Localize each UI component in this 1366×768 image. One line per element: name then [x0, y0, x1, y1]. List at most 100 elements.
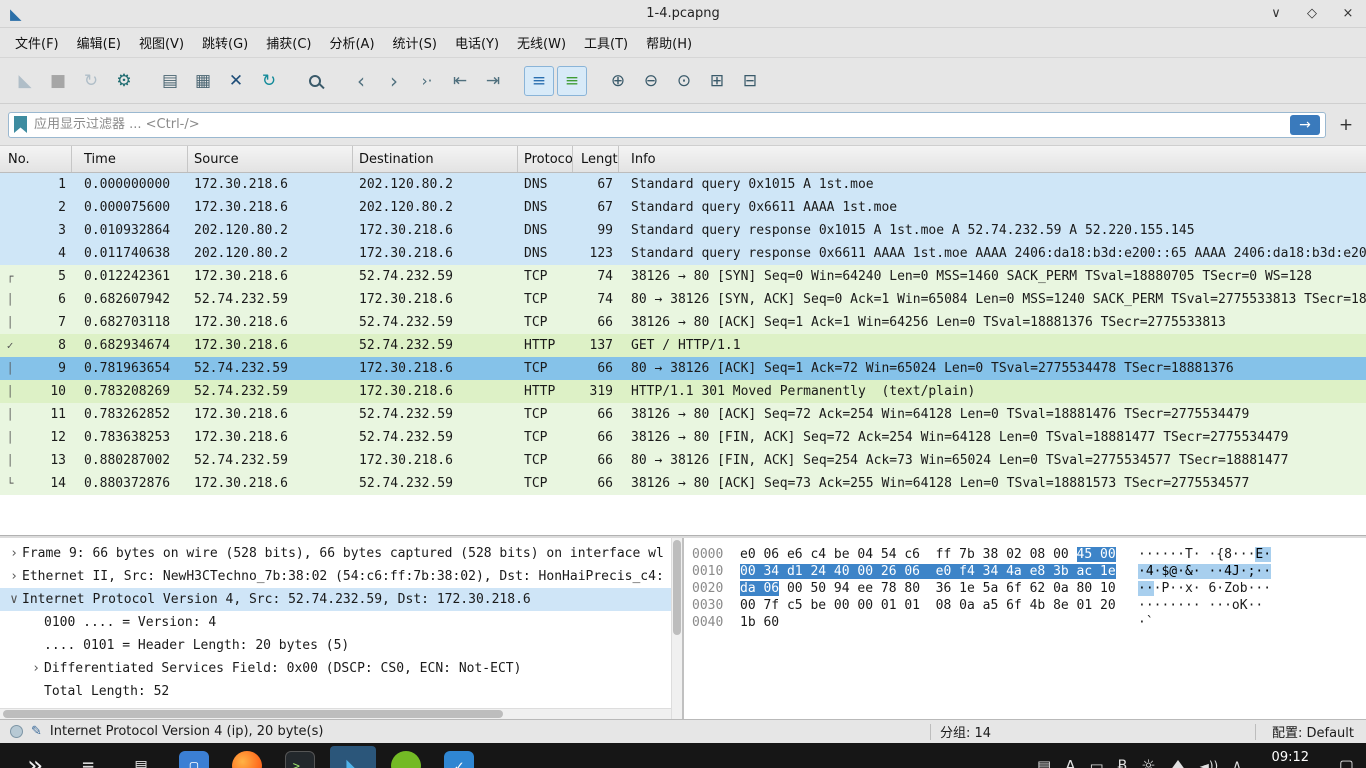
opensuse-icon[interactable]: [383, 746, 429, 768]
find-packet-icon[interactable]: [300, 66, 330, 96]
column-header-destination[interactable]: Destination: [353, 146, 518, 172]
status-profile[interactable]: 配置: Default: [1272, 722, 1354, 741]
display-filter-box[interactable]: →: [8, 112, 1326, 138]
capture-options-icon[interactable]: ⚙: [109, 66, 139, 96]
packet-row[interactable]: │90.78196365452.74.232.59172.30.218.6TCP…: [0, 357, 1366, 380]
colorize-icon[interactable]: ≡: [557, 66, 587, 96]
last-packet-icon[interactable]: ⇥: [478, 66, 508, 96]
apply-filter-button[interactable]: →: [1290, 115, 1320, 135]
packet-row[interactable]: 20.000075600172.30.218.6202.120.80.2DNS6…: [0, 196, 1366, 219]
zoom-reset-icon[interactable]: ⊙: [669, 66, 699, 96]
packet-row[interactable]: │100.78320826952.74.232.59172.30.218.6HT…: [0, 380, 1366, 403]
expert-info-icon[interactable]: [10, 725, 23, 738]
menu-item[interactable]: 文件(F): [6, 29, 68, 56]
packet-row[interactable]: ✓80.682934674172.30.218.652.74.232.59HTT…: [0, 334, 1366, 357]
zoom-out-icon[interactable]: ⊖: [636, 66, 666, 96]
packet-row[interactable]: │120.783638253172.30.218.652.74.232.59TC…: [0, 426, 1366, 449]
menu-item[interactable]: 分析(A): [320, 29, 383, 56]
column-header-length[interactable]: Length: [573, 146, 619, 172]
launcher-icon[interactable]: »: [12, 746, 58, 768]
detail-line[interactable]: ›Frame 9: 66 bytes on wire (528 bits), 6…: [0, 542, 682, 565]
notes-icon[interactable]: ▤: [1037, 757, 1051, 768]
expand-icon[interactable]: ›: [28, 661, 44, 676]
reload-file-icon[interactable]: ↻: [254, 66, 284, 96]
column-header-info[interactable]: Info: [619, 146, 1366, 172]
menu-item[interactable]: 工具(T): [575, 29, 637, 56]
code-editor-icon[interactable]: ✓: [436, 746, 482, 768]
packet-row[interactable]: 40.011740638202.120.80.2172.30.218.6DNS1…: [0, 242, 1366, 265]
detail-line[interactable]: ∨Internet Protocol Version 4, Src: 52.74…: [0, 588, 682, 611]
packet-row[interactable]: 10.000000000172.30.218.6202.120.80.2DNS6…: [0, 173, 1366, 196]
printer-icon[interactable]: ▤: [118, 746, 164, 768]
capture-stop-icon[interactable]: ■: [43, 66, 73, 96]
hex-row[interactable]: 00401b 60·`: [692, 614, 1366, 631]
hex-row[interactable]: 0000e0 06 e6 c4 be 04 54 c6 ff 7b 38 02 …: [692, 546, 1366, 563]
bluetooth-icon[interactable]: Ƀ: [1118, 758, 1128, 768]
packet-row[interactable]: 30.010932864202.120.80.2172.30.218.6DNS9…: [0, 219, 1366, 242]
column-header-protocol[interactable]: Protocol: [518, 146, 573, 172]
column-header-no[interactable]: No.: [0, 146, 72, 172]
taskbar-clock[interactable]: 09:12 2024/12/13: [1256, 750, 1325, 768]
expand-icon[interactable]: ›: [6, 546, 22, 561]
add-filter-button[interactable]: +: [1334, 113, 1358, 137]
wireshark-icon[interactable]: ◣: [330, 746, 376, 768]
battery-icon[interactable]: ▭: [1089, 757, 1103, 768]
close-file-icon[interactable]: ✕: [221, 66, 251, 96]
detail-line[interactable]: 0100 .... = Version: 4: [0, 611, 682, 634]
menu-item[interactable]: 帮助(H): [637, 29, 701, 56]
firefox-icon[interactable]: [224, 746, 270, 768]
brightness-icon[interactable]: ☼: [1141, 756, 1155, 768]
menu-item[interactable]: 无线(W): [508, 29, 575, 56]
input-method-icon[interactable]: A: [1065, 757, 1075, 768]
menu-item[interactable]: 视图(V): [130, 29, 193, 56]
menu-item[interactable]: 电话(Y): [446, 29, 508, 56]
volume-icon[interactable]: ◄)): [1200, 759, 1219, 768]
collapse-icon[interactable]: ∨: [6, 592, 22, 607]
detail-line[interactable]: Total Length: 52: [0, 680, 682, 703]
tweaks-icon[interactable]: ≡: [65, 746, 111, 768]
first-packet-icon[interactable]: ⇤: [445, 66, 475, 96]
packet-row[interactable]: │70.682703118172.30.218.652.74.232.59TCP…: [0, 311, 1366, 334]
packet-row[interactable]: │110.783262852172.30.218.652.74.232.59TC…: [0, 403, 1366, 426]
display-filter-input[interactable]: [34, 117, 1283, 132]
detail-line[interactable]: ›Differentiated Services Field: 0x00 (DS…: [0, 657, 682, 680]
menu-item[interactable]: 跳转(G): [193, 29, 257, 56]
hex-row[interactable]: 0020da 06 00 50 94 ee 78 80 36 1e 5a 6f …: [692, 580, 1366, 597]
filter-bookmark-icon[interactable]: [14, 116, 27, 133]
go-back-icon[interactable]: ‹: [346, 66, 376, 96]
menu-item[interactable]: 捕获(C): [257, 29, 320, 56]
column-header-time[interactable]: Time: [72, 146, 188, 172]
auto-scroll-icon[interactable]: ≡: [524, 66, 554, 96]
hex-row[interactable]: 001000 34 d1 24 40 00 26 06 e0 f4 34 4a …: [692, 563, 1366, 580]
capture-restart-icon[interactable]: ↻: [76, 66, 106, 96]
maximize-icon[interactable]: ◇: [1304, 6, 1320, 21]
packet-row[interactable]: │130.88028700252.74.232.59172.30.218.6TC…: [0, 449, 1366, 472]
go-to-packet-icon[interactable]: ›·: [412, 66, 442, 96]
minimize-icon[interactable]: ∨: [1268, 6, 1284, 21]
packet-row[interactable]: │60.68260794252.74.232.59172.30.218.6TCP…: [0, 288, 1366, 311]
close-icon[interactable]: ×: [1340, 6, 1356, 21]
menu-item[interactable]: 统计(S): [384, 29, 446, 56]
scrollbar-thumb[interactable]: [3, 710, 503, 718]
expand-icon[interactable]: ›: [6, 569, 22, 584]
details-horizontal-scrollbar[interactable]: [0, 708, 671, 719]
terminal-icon[interactable]: >_: [277, 746, 323, 768]
detail-line[interactable]: ›Ethernet II, Src: NewH3CTechno_7b:38:02…: [0, 565, 682, 588]
file-manager-icon[interactable]: ▢: [171, 746, 217, 768]
wifi-icon[interactable]: [1170, 760, 1186, 768]
packet-row[interactable]: └140.880372876172.30.218.652.74.232.59TC…: [0, 472, 1366, 495]
column-header-source[interactable]: Source: [188, 146, 353, 172]
capture-start-icon[interactable]: ◣: [10, 66, 40, 96]
packet-row[interactable]: ┌50.012242361172.30.218.652.74.232.59TCP…: [0, 265, 1366, 288]
tray-expand-icon[interactable]: ∧: [1232, 758, 1242, 768]
resize-columns-icon[interactable]: ⊞: [702, 66, 732, 96]
detail-line[interactable]: .... 0101 = Header Length: 20 bytes (5): [0, 634, 682, 657]
hex-row[interactable]: 003000 7f c5 be 00 00 01 01 08 0a a5 6f …: [692, 597, 1366, 614]
number-columns-icon[interactable]: ⊟: [735, 66, 765, 96]
edit-comment-icon[interactable]: ✎: [31, 724, 42, 739]
display-icon[interactable]: ▢: [1339, 756, 1354, 768]
zoom-in-icon[interactable]: ⊕: [603, 66, 633, 96]
save-file-icon[interactable]: ▦: [188, 66, 218, 96]
scrollbar-thumb[interactable]: [673, 540, 681, 635]
menu-item[interactable]: 编辑(E): [68, 29, 130, 56]
